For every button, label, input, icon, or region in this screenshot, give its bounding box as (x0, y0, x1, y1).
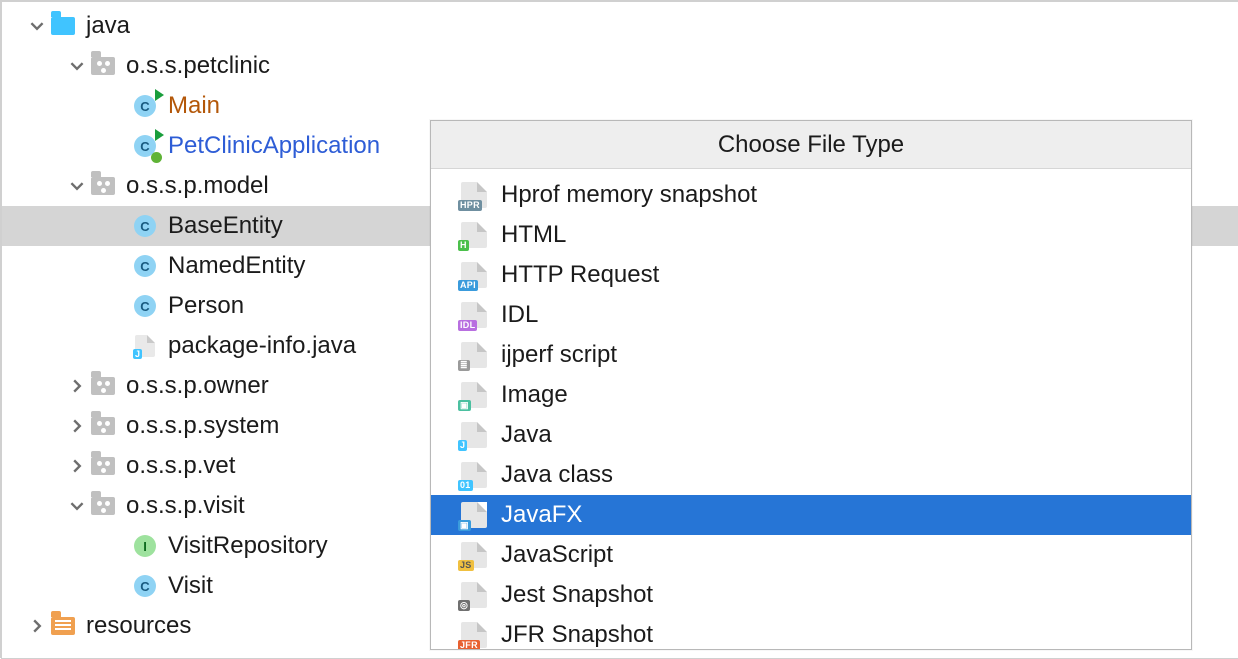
file-type-label: JFR Snapshot (501, 621, 653, 649)
file-type-item[interactable]: ◎ Jest Snapshot (431, 575, 1191, 615)
file-type-icon: ▣ (461, 382, 487, 408)
file-type-item[interactable]: IDL IDL (431, 295, 1191, 335)
tree-label: package-info.java (168, 334, 356, 358)
package-icon (88, 411, 118, 441)
file-type-label: HTTP Request (501, 261, 659, 289)
tree-label: PetClinicApplication (168, 134, 380, 158)
file-type-icon: ≣ (461, 342, 487, 368)
tree-label: resources (86, 614, 191, 638)
file-type-item[interactable]: ▣ Image (431, 375, 1191, 415)
popup-title: Choose File Type (431, 121, 1191, 169)
file-type-label: Java (501, 421, 552, 449)
chevron-down-icon[interactable] (66, 59, 88, 73)
resources-folder-icon (48, 611, 78, 641)
file-type-icon: API (461, 262, 487, 288)
tree-label: o.s.s.p.model (126, 174, 269, 198)
file-type-list[interactable]: HPR Hprof memory snapshot H HTML API HTTP Req… (431, 169, 1191, 650)
tree-label: Main (168, 94, 220, 118)
file-type-icon: ◎ (461, 582, 487, 608)
file-type-label: JavaScript (501, 541, 613, 569)
tree-label: o.s.s.petclinic (126, 54, 270, 78)
file-type-item[interactable]: HPR Hprof memory snapshot (431, 175, 1191, 215)
java-file-icon: J (130, 331, 160, 361)
file-type-icon: H (461, 222, 487, 248)
class-icon: C (130, 211, 160, 241)
runnable-class-icon: C (130, 91, 160, 121)
package-icon (88, 451, 118, 481)
class-icon: C (130, 291, 160, 321)
file-type-item[interactable]: JFR JFR Snapshot (431, 615, 1191, 650)
package-icon (88, 491, 118, 521)
tree-label: BaseEntity (168, 214, 283, 238)
chevron-down-icon[interactable] (66, 179, 88, 193)
file-type-label: Jest Snapshot (501, 581, 653, 609)
file-type-icon: JS (461, 542, 487, 568)
interface-icon: I (130, 531, 160, 561)
file-type-item[interactable]: API HTTP Request (431, 255, 1191, 295)
tree-row-java[interactable]: java (2, 6, 1238, 46)
chevron-right-icon[interactable] (66, 419, 88, 433)
file-type-item[interactable]: JS JavaScript (431, 535, 1191, 575)
tree-label: VisitRepository (168, 534, 328, 558)
chevron-down-icon[interactable] (66, 499, 88, 513)
file-type-icon: IDL (461, 302, 487, 328)
file-type-label: JavaFX (501, 501, 582, 529)
file-type-label: Image (501, 381, 568, 409)
file-type-label: ijperf script (501, 341, 617, 369)
package-icon (88, 171, 118, 201)
file-type-icon: J (461, 422, 487, 448)
file-type-label: Java class (501, 461, 613, 489)
tree-label: o.s.s.p.system (126, 414, 279, 438)
choose-file-type-popup: Choose File Type HPR Hprof memory snapsho… (430, 120, 1192, 650)
tree-label: Person (168, 294, 244, 318)
tree-label: o.s.s.p.visit (126, 494, 245, 518)
file-type-item[interactable]: H HTML (431, 215, 1191, 255)
source-folder-icon (48, 11, 78, 41)
file-type-item[interactable]: ▣ JavaFX (431, 495, 1191, 535)
chevron-right-icon[interactable] (26, 619, 48, 633)
package-icon (88, 51, 118, 81)
file-type-icon: 01 (461, 462, 487, 488)
tree-label: o.s.s.p.vet (126, 454, 235, 478)
tree-label: java (86, 14, 130, 38)
tree-row-petclinic[interactable]: o.s.s.petclinic (2, 46, 1238, 86)
package-icon (88, 371, 118, 401)
file-type-item[interactable]: J Java (431, 415, 1191, 455)
class-icon: C (130, 251, 160, 281)
file-type-icon: JFR (461, 622, 487, 648)
chevron-right-icon[interactable] (66, 379, 88, 393)
file-type-item[interactable]: 01 Java class (431, 455, 1191, 495)
chevron-down-icon[interactable] (26, 19, 48, 33)
file-type-label: Hprof memory snapshot (501, 181, 757, 209)
tree-label: NamedEntity (168, 254, 305, 278)
file-type-icon: ▣ (461, 502, 487, 528)
file-type-label: IDL (501, 301, 538, 329)
class-icon: C (130, 571, 160, 601)
chevron-right-icon[interactable] (66, 459, 88, 473)
tree-label: o.s.s.p.owner (126, 374, 269, 398)
spring-runnable-class-icon: C (130, 131, 160, 161)
file-type-label: HTML (501, 221, 566, 249)
file-type-icon: HPR (461, 182, 487, 208)
file-type-item[interactable]: ≣ ijperf script (431, 335, 1191, 375)
tree-label: Visit (168, 574, 213, 598)
